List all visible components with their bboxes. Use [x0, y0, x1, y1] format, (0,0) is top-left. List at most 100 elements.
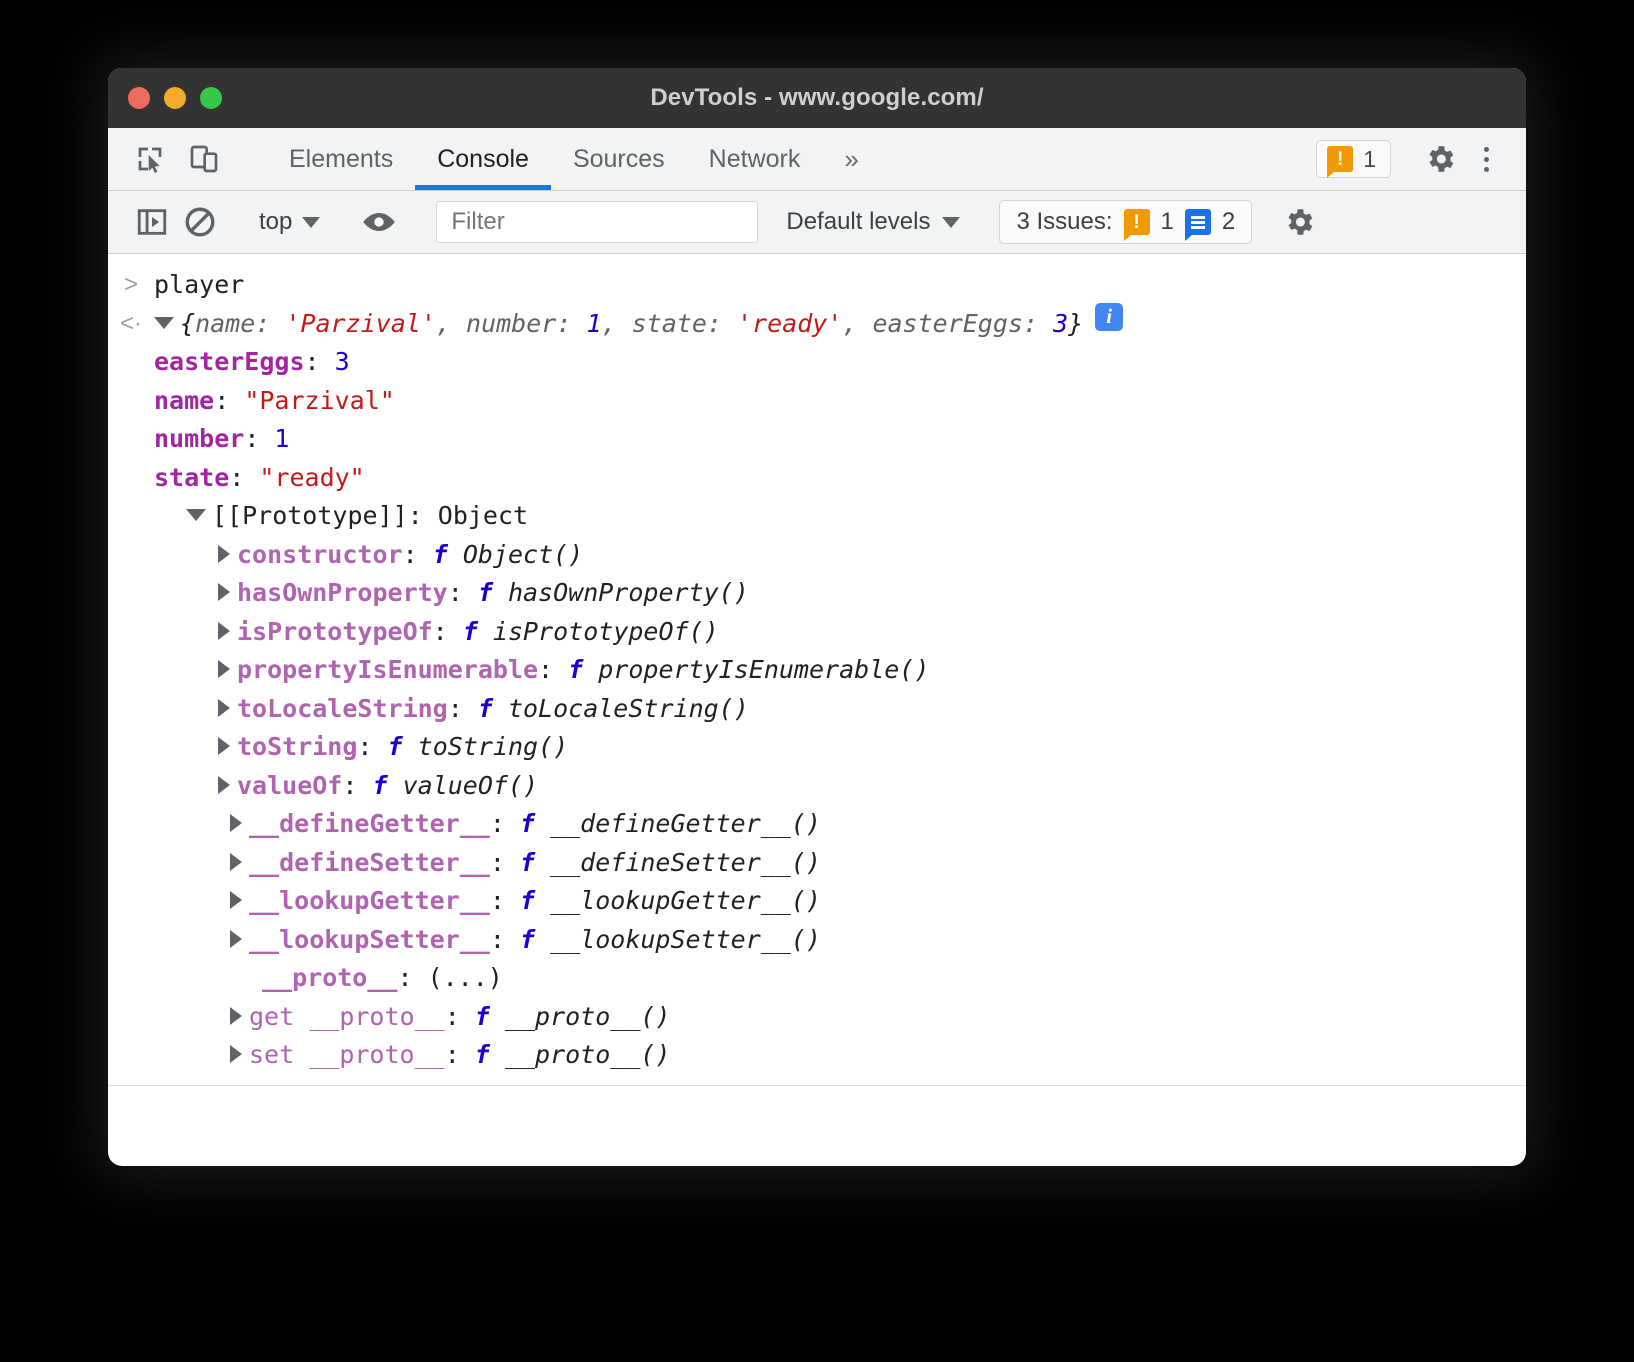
kebab-menu-icon[interactable] [1466, 138, 1506, 180]
object-expand-toggle[interactable] [154, 305, 180, 344]
log-levels-selector[interactable]: Default levels [772, 200, 974, 244]
member-expand-toggle[interactable] [230, 921, 249, 960]
member-key: hasOwnProperty [237, 574, 448, 613]
prototype-member-row[interactable]: hasOwnProperty: f hasOwnProperty() [108, 574, 1526, 613]
prototype-member-row[interactable]: __lookupGetter__: f __lookupGetter__() [108, 882, 1526, 921]
console-toolbar: top Filter Default levels 3 Issues: [108, 191, 1526, 254]
member-key: propertyIsEnumerable [237, 651, 538, 690]
function-marker: f [478, 574, 493, 613]
own-property-key: name [154, 382, 214, 421]
function-marker: f [520, 844, 535, 883]
execution-context-selector[interactable]: top [247, 200, 332, 244]
inspect-element-icon[interactable] [130, 139, 170, 179]
own-property-value: 1 [274, 420, 289, 459]
member-expand-toggle[interactable] [218, 613, 237, 652]
console-output-line: <· {name: 'Parzival', number: 1, state: … [108, 305, 1526, 344]
member-value: toString() [418, 728, 569, 767]
prototype-expand-toggle[interactable] [186, 497, 212, 536]
console-sidebar-icon[interactable] [130, 200, 174, 244]
prompt-chevron-icon: ≫ [136, 1100, 164, 1106]
log-levels-label: Default levels [786, 208, 930, 236]
preview-close-brace: } [1068, 309, 1083, 338]
tab-network[interactable]: Network [687, 128, 823, 190]
own-property-row[interactable]: number: 1 [108, 420, 1526, 459]
accessor-row[interactable]: get __proto__: f __proto__() [108, 998, 1526, 1037]
tab-console[interactable]: Console [415, 128, 551, 190]
own-property-value: "ready" [259, 459, 364, 498]
preview-value: 'ready' [737, 309, 842, 338]
function-marker: f [520, 805, 535, 844]
member-expand-toggle[interactable] [218, 536, 237, 575]
prototype-member-row[interactable]: isPrototypeOf: f isPrototypeOf() [108, 613, 1526, 652]
member-expand-toggle[interactable] [230, 805, 249, 844]
window-title: DevTools - www.google.com/ [650, 84, 983, 112]
member-value: valueOf() [403, 767, 538, 806]
filter-placeholder: Filter [451, 208, 504, 236]
info-badge-icon[interactable]: i [1095, 303, 1123, 331]
device-toolbar-icon[interactable] [184, 139, 224, 179]
tab-elements[interactable]: Elements [267, 128, 415, 190]
devtools-tabbar: Elements Console Sources Network » ! [108, 128, 1526, 191]
gear-icon[interactable] [1420, 139, 1460, 179]
minimize-button[interactable] [164, 87, 186, 109]
member-expand-toggle[interactable] [230, 844, 249, 883]
prototype-member-row[interactable]: toString: f toString() [108, 728, 1526, 767]
preview-sep: : [707, 309, 737, 338]
preview-key: state [632, 309, 707, 338]
console-settings-gear-icon[interactable] [1277, 200, 1321, 244]
prototype-member-row[interactable]: constructor: f Object() [108, 536, 1526, 575]
prototype-member-row[interactable]: __lookupSetter__: f __lookupSetter__() [108, 921, 1526, 960]
tab-sources[interactable]: Sources [551, 128, 687, 190]
filter-input[interactable]: Filter [436, 201, 758, 243]
prototype-member-row[interactable]: valueOf: f valueOf() [108, 767, 1526, 806]
member-value: Object() [463, 536, 583, 575]
proto-collapsed-row[interactable]: __proto__: (...) [108, 959, 1526, 998]
member-expand-toggle[interactable] [218, 574, 237, 613]
preview-open-brace: { [180, 309, 195, 338]
triangle-down-icon [154, 317, 174, 329]
triangle-right-icon [218, 737, 230, 755]
accessor-prefix: set [249, 1036, 309, 1075]
member-expand-toggle[interactable] [218, 690, 237, 729]
issues-info-icon [1185, 209, 1211, 235]
function-marker: f [463, 613, 478, 652]
prototype-member-row[interactable]: propertyIsEnumerable: f propertyIsEnumer… [108, 651, 1526, 690]
accessor-value: __proto__() [505, 1036, 671, 1075]
member-value: __lookupSetter__() [550, 921, 821, 960]
accessor-row[interactable]: set __proto__: f __proto__() [108, 1036, 1526, 1075]
live-expression-eye-icon[interactable] [357, 200, 401, 244]
window-controls[interactable] [128, 87, 222, 109]
console-sidebar-glyph [135, 205, 169, 239]
clear-console-icon[interactable] [178, 200, 222, 244]
own-property-row[interactable]: state: "ready" [108, 459, 1526, 498]
member-expand-toggle[interactable] [218, 728, 237, 767]
gear-glyph [1282, 205, 1316, 239]
own-property-key: easterEggs [154, 343, 305, 382]
console-messages[interactable]: > player <· {name: 'Parzival', number: 1… [108, 254, 1526, 1106]
execution-context-label: top [259, 208, 292, 236]
warning-count-chip[interactable]: ! 1 [1316, 140, 1391, 178]
issues-chip[interactable]: 3 Issues: ! 1 2 [999, 200, 1252, 244]
function-marker: f [520, 882, 535, 921]
accessor-expand-toggle[interactable] [230, 1036, 249, 1075]
accessor-expand-toggle[interactable] [230, 998, 249, 1037]
member-expand-toggle[interactable] [230, 882, 249, 921]
own-property-row[interactable]: name: "Parzival" [108, 382, 1526, 421]
prototype-member-row[interactable]: toLocaleString: f toLocaleString() [108, 690, 1526, 729]
own-property-row[interactable]: easterEggs: 3 [108, 343, 1526, 382]
zoom-button[interactable] [200, 87, 222, 109]
member-expand-toggle[interactable] [218, 767, 237, 806]
prototype-row[interactable]: [[Prototype]]: Object [108, 497, 1526, 536]
accessor-key: __proto__ [309, 1036, 444, 1075]
member-expand-toggle[interactable] [218, 651, 237, 690]
own-property-value: "Parzival" [244, 382, 395, 421]
close-button[interactable] [128, 87, 150, 109]
triangle-right-icon [230, 1007, 242, 1025]
triangle-right-icon [230, 1045, 242, 1063]
panel-tabs: Elements Console Sources Network » [267, 128, 881, 190]
more-tabs-icon[interactable]: » [822, 128, 880, 190]
preview-sep: : [1023, 309, 1053, 338]
prototype-member-row[interactable]: __defineSetter__: f __defineSetter__() [108, 844, 1526, 883]
prototype-member-row[interactable]: __defineGetter__: f __defineGetter__() [108, 805, 1526, 844]
console-prompt[interactable]: ≫ [108, 1086, 1526, 1107]
